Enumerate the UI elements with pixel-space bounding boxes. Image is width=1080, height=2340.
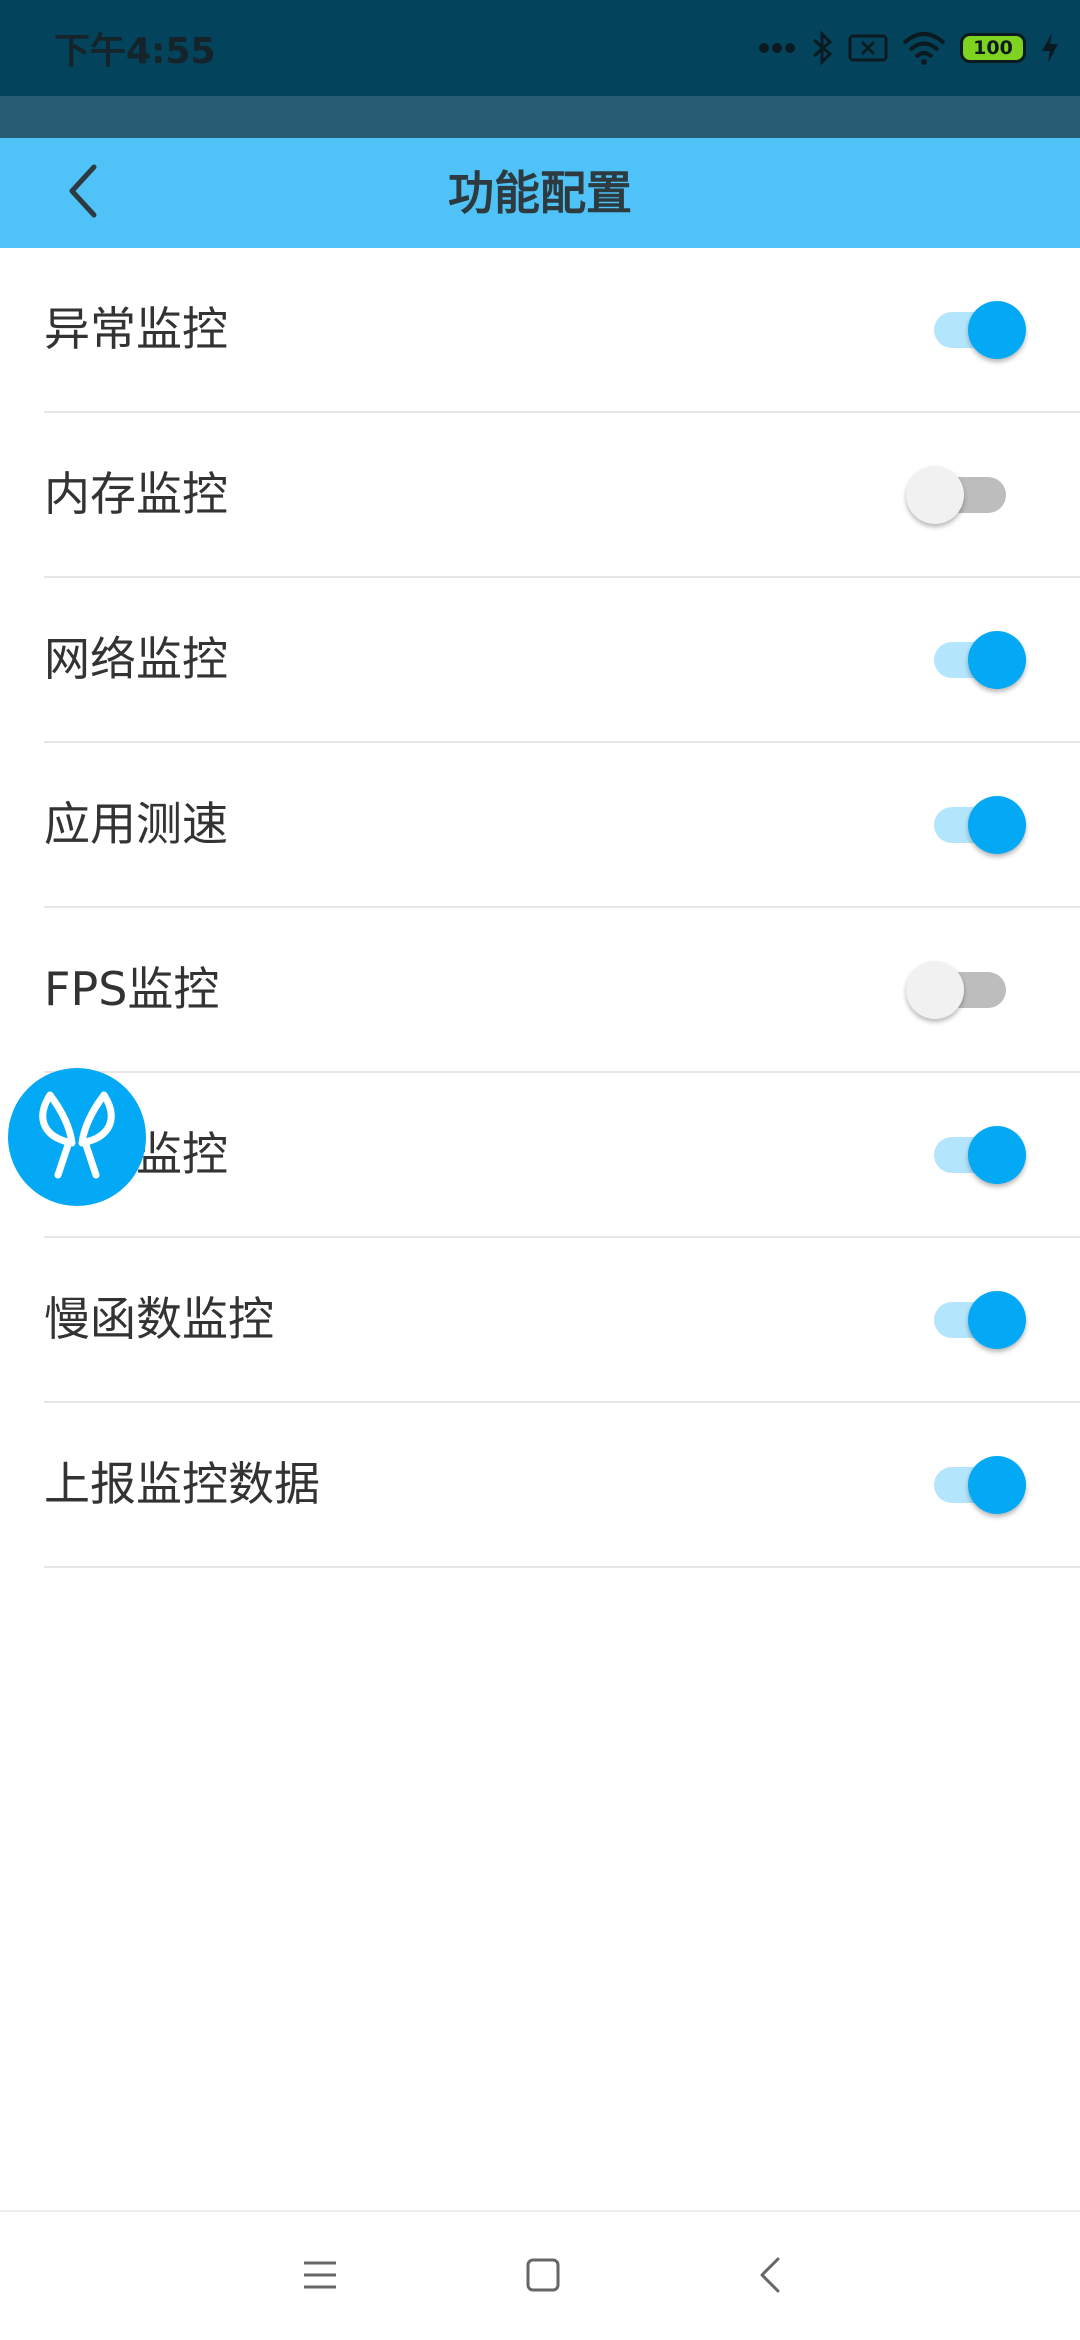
- wifi-icon: [902, 31, 946, 65]
- more-dots-icon: [758, 42, 796, 54]
- setting-row-report-data: 上报监控数据: [44, 1403, 1080, 1568]
- setting-row-app-speed: 应用测速: [44, 743, 1080, 908]
- home-button[interactable]: [508, 2242, 578, 2312]
- status-time: 下午4:55: [54, 31, 216, 72]
- exception-monitor-toggle[interactable]: [934, 300, 1026, 360]
- floating-monitor-button[interactable]: [8, 1068, 146, 1206]
- app-speed-toggle[interactable]: [934, 795, 1026, 855]
- menu-icon: [302, 2259, 338, 2295]
- setting-label: 慢函数监控: [44, 1292, 274, 1346]
- setting-label: 异常监控: [44, 302, 228, 356]
- status-icons: 100: [758, 24, 1060, 72]
- charging-icon: [1040, 31, 1060, 65]
- setting-row-memory-monitor: 内存监控: [44, 413, 1080, 578]
- setting-row-fps-monitor: FPS监控: [44, 908, 1080, 1073]
- floating-logo-icon: [32, 1087, 122, 1187]
- sim-missing-icon: [848, 32, 888, 64]
- setting-label: 内存监控: [44, 467, 228, 521]
- bluetooth-icon: [810, 30, 834, 66]
- setting-row-network-monitor: 网络监控: [44, 578, 1080, 743]
- report-data-toggle[interactable]: [934, 1455, 1026, 1515]
- setting-row-slow-function-monitor: 慢函数监控: [44, 1238, 1080, 1403]
- setting-row-lag-monitor: 卡顿监控: [44, 1073, 1080, 1238]
- status-bar: 下午4:55 100: [0, 0, 1080, 96]
- slow-function-monitor-toggle[interactable]: [934, 1290, 1026, 1350]
- page-title: 功能配置: [448, 166, 632, 220]
- memory-monitor-toggle[interactable]: [906, 465, 1026, 525]
- app-bar: 功能配置: [0, 138, 1080, 248]
- background-page-strip: [0, 96, 1080, 138]
- system-back-button[interactable]: [735, 2242, 805, 2312]
- navigation-bar: [0, 2210, 1080, 2340]
- setting-label: 上报监控数据: [44, 1457, 320, 1511]
- settings-list: 异常监控 内存监控 网络监控 应用测速 FPS监控 卡顿监控 慢函数监控 上报监…: [0, 248, 1080, 1568]
- home-icon: [525, 2257, 561, 2297]
- lag-monitor-toggle[interactable]: [934, 1125, 1026, 1185]
- fps-monitor-toggle[interactable]: [906, 960, 1026, 1020]
- recent-apps-button[interactable]: [285, 2242, 355, 2312]
- setting-row-exception-monitor: 异常监控: [44, 248, 1080, 413]
- setting-label: 网络监控: [44, 632, 228, 686]
- setting-label: 应用测速: [44, 797, 228, 851]
- back-icon: [758, 2255, 782, 2299]
- setting-label: FPS监控: [44, 962, 220, 1016]
- network-monitor-toggle[interactable]: [934, 630, 1026, 690]
- battery-icon: 100: [960, 33, 1026, 63]
